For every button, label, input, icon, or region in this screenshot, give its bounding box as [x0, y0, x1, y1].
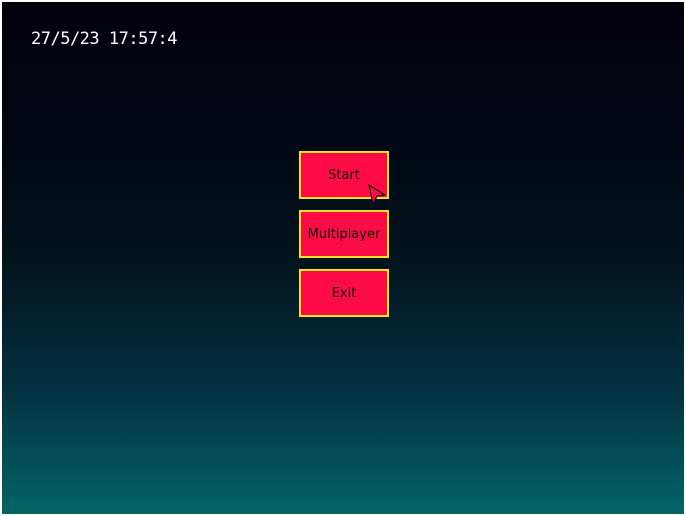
game-main-menu-screen: 27/5/23 17:57:4 Start Multiplayer Exit	[2, 2, 684, 514]
multiplayer-button-label: Multiplayer	[307, 226, 381, 242]
exit-button-label: Exit	[331, 285, 357, 301]
clock-display: 27/5/23 17:57:4	[31, 29, 178, 49]
arrow-cursor-icon	[368, 184, 386, 205]
exit-button[interactable]: Exit	[299, 269, 389, 317]
multiplayer-button[interactable]: Multiplayer	[299, 210, 389, 258]
start-button-label: Start	[328, 167, 360, 183]
